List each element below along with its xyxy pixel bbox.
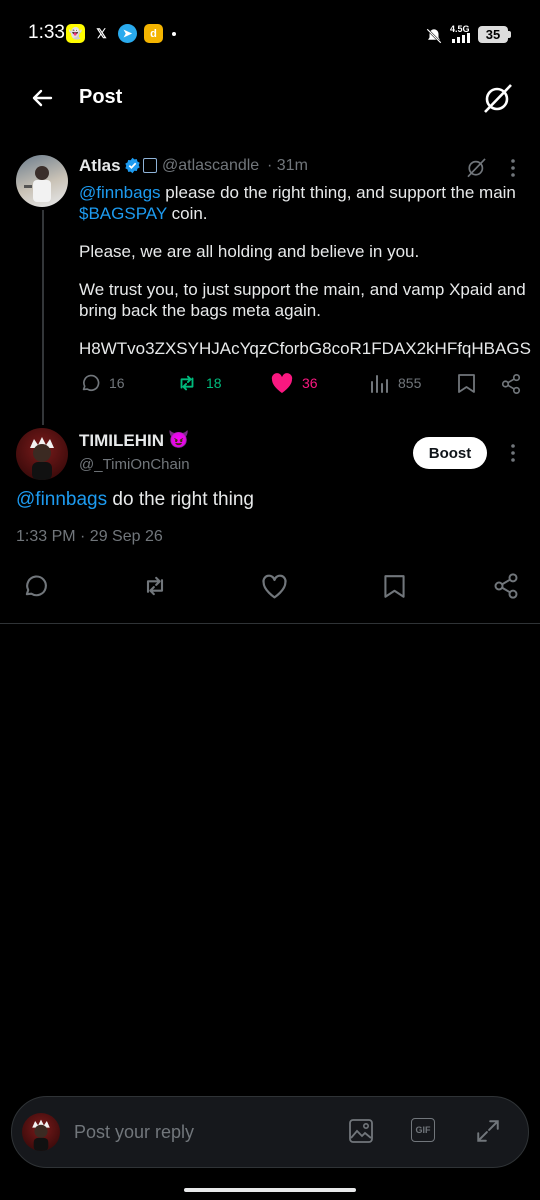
post-paragraph: We trust you, to just support the main, … bbox=[79, 280, 526, 299]
views-count: 855 bbox=[398, 375, 422, 391]
thread-line bbox=[42, 210, 44, 425]
like-button[interactable]: 36 bbox=[270, 372, 318, 394]
mute-icon bbox=[425, 27, 443, 45]
app-notification-icon: d bbox=[144, 24, 163, 43]
reply-button[interactable]: 16 bbox=[79, 372, 125, 394]
grok-icon[interactable] bbox=[482, 82, 514, 114]
views-icon bbox=[371, 375, 388, 393]
expand-icon[interactable] bbox=[475, 1118, 501, 1144]
author-name[interactable]: Atlas bbox=[79, 156, 121, 176]
like-icon bbox=[271, 373, 293, 393]
repost-icon[interactable] bbox=[140, 572, 170, 600]
mention-link[interactable]: @finnbags bbox=[79, 183, 161, 202]
image-icon[interactable] bbox=[348, 1118, 374, 1144]
repost-button[interactable]: 18 bbox=[176, 372, 222, 394]
battery-icon: 35 bbox=[478, 26, 508, 43]
back-arrow-icon[interactable] bbox=[30, 86, 54, 110]
avatar bbox=[22, 1113, 60, 1151]
post-paragraph: bring back the bags meta again. bbox=[79, 301, 321, 320]
mention-link[interactable]: @finnbags bbox=[16, 489, 107, 510]
post-time: · 31m bbox=[267, 157, 308, 174]
like-count: 36 bbox=[302, 375, 318, 391]
bookmark-icon[interactable] bbox=[457, 373, 476, 394]
verified-icon bbox=[124, 157, 141, 174]
signal-icon bbox=[452, 33, 470, 43]
post-paragraph: Please, we are all holding and believe i… bbox=[79, 242, 420, 261]
home-indicator[interactable] bbox=[184, 1188, 356, 1192]
author-handle[interactable]: @atlascandle bbox=[162, 157, 259, 175]
more-icon[interactable] bbox=[508, 443, 518, 463]
post-text: @finnbags please do the right thing, and… bbox=[79, 182, 531, 359]
post-text-line: please do the right thing, and support t… bbox=[160, 183, 516, 202]
reply-icon bbox=[82, 374, 100, 392]
repost-icon bbox=[180, 375, 194, 391]
author-handle[interactable]: @_TimiOnChain bbox=[79, 456, 190, 473]
bookmark-icon[interactable] bbox=[383, 573, 406, 600]
reply-icon[interactable] bbox=[21, 572, 49, 600]
affiliate-badge-icon bbox=[143, 158, 157, 173]
divider bbox=[0, 623, 540, 624]
share-icon[interactable] bbox=[492, 572, 520, 600]
battery-cap bbox=[508, 31, 511, 38]
post-text-line: coin. bbox=[166, 204, 208, 223]
boost-button[interactable]: Boost bbox=[413, 437, 487, 469]
x-app-icon: 𝕏 bbox=[96, 25, 107, 41]
like-icon[interactable] bbox=[260, 573, 289, 600]
status-time: 1:33 bbox=[28, 22, 65, 43]
cashtag-link[interactable]: $BAGSPAY bbox=[79, 204, 167, 223]
repost-count: 18 bbox=[206, 375, 222, 391]
more-notifications-dot bbox=[172, 31, 176, 36]
devil-emoji: 😈 bbox=[168, 430, 190, 449]
telegram-icon: ➤ bbox=[118, 24, 137, 43]
contract-address: H8WTvo3ZXSYHJAcYqzCforbG8coR1FDAX2kHFfqH… bbox=[79, 339, 531, 358]
reply-count: 16 bbox=[109, 375, 125, 391]
avatar[interactable] bbox=[16, 155, 68, 207]
main-post-text: @finnbags do the right thing bbox=[16, 489, 254, 511]
page-title: Post bbox=[79, 86, 123, 108]
reply-placeholder[interactable]: Post your reply bbox=[74, 1122, 194, 1143]
avatar[interactable] bbox=[16, 428, 68, 480]
more-icon[interactable] bbox=[508, 158, 518, 178]
snapchat-icon: 👻 bbox=[66, 24, 85, 43]
notification-icons: 👻 𝕏 ➤ d bbox=[66, 24, 176, 43]
main-post-text-rest: do the right thing bbox=[107, 489, 254, 510]
gif-icon[interactable]: GIF bbox=[411, 1118, 435, 1142]
grok-icon[interactable] bbox=[466, 157, 487, 178]
views-button[interactable]: 855 bbox=[370, 372, 421, 394]
share-icon[interactable] bbox=[500, 373, 522, 395]
post-timestamp: 1:33 PM · 29 Sep 26 bbox=[16, 528, 163, 545]
author-name[interactable]: TIMILEHIN bbox=[79, 431, 164, 451]
